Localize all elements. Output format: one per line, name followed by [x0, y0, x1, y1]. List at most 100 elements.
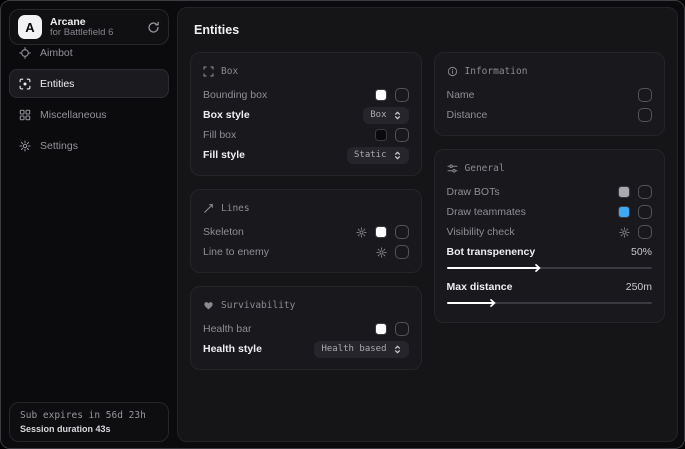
- color-swatch[interactable]: [375, 129, 387, 141]
- setting-row-health-bar: Health bar: [203, 319, 409, 339]
- max-distance-value: 250m: [626, 281, 652, 293]
- unfold-icon: [393, 111, 402, 120]
- app-header-card: A Arcane for Battlefield 6: [9, 9, 169, 45]
- health-bar-checkbox[interactable]: [395, 322, 409, 336]
- setting-row-draw-teammates: Draw teammates: [447, 202, 653, 222]
- dropdown-value: Box: [370, 110, 386, 120]
- name-checkbox[interactable]: [638, 88, 652, 102]
- general-card: General Draw BOTs Draw teammates: [434, 149, 666, 323]
- session-duration-text: Session duration 43s: [20, 424, 158, 434]
- color-swatch[interactable]: [618, 186, 630, 198]
- sidebar-item-miscellaneous[interactable]: Miscellaneous: [9, 100, 169, 129]
- crosshair-icon: [19, 47, 31, 59]
- setting-label: Draw teammates: [447, 206, 526, 218]
- line-to-enemy-config-gear-icon[interactable]: [376, 247, 387, 258]
- sidebar-item-label: Miscellaneous: [40, 109, 107, 121]
- sidebar-nav: Aimbot Entities Miscel: [1, 38, 177, 160]
- sub-expires-text: Sub expires in 56d 23h: [20, 410, 158, 421]
- dropdown-value: Health based: [321, 344, 386, 354]
- section-title: Survivability: [221, 300, 295, 311]
- color-swatch[interactable]: [375, 226, 387, 238]
- setting-row-draw-bots: Draw BOTs: [447, 182, 653, 202]
- app-name: Arcane: [50, 16, 139, 28]
- section-title: Information: [465, 66, 528, 77]
- slider-thumb[interactable]: [534, 264, 542, 272]
- grid-icon: [19, 109, 31, 121]
- section-title: Box: [221, 66, 238, 77]
- lines-card: Lines Skeleton: [190, 189, 422, 273]
- setting-row-bounding-box: Bounding box: [203, 85, 409, 105]
- sidebar: A Arcane for Battlefield 6 Category Aimb…: [1, 1, 177, 448]
- sidebar-item-entities[interactable]: Entities: [9, 69, 169, 98]
- max-distance-slider[interactable]: [447, 298, 653, 307]
- app-subtitle: for Battlefield 6: [50, 28, 139, 39]
- box-style-dropdown[interactable]: Box: [363, 107, 408, 124]
- visibility-check-checkbox[interactable]: [638, 225, 652, 239]
- skeleton-checkbox[interactable]: [395, 225, 409, 239]
- max-distance-group: Max distance 250m: [447, 277, 653, 307]
- entities-scan-icon: [19, 78, 31, 90]
- bot-transparency-group: Bot transpenency 50%: [447, 242, 653, 272]
- section-title: Lines: [221, 203, 250, 214]
- setting-label: Draw BOTs: [447, 186, 500, 198]
- bot-transparency-value: 50%: [631, 246, 652, 258]
- survivability-card: Survivability Health bar Health style He…: [190, 286, 422, 370]
- setting-row-visibility-check: Visibility check: [447, 222, 653, 242]
- slider-thumb[interactable]: [489, 299, 497, 307]
- setting-label: Skeleton: [203, 226, 244, 238]
- setting-row-name: Name: [447, 85, 653, 105]
- sidebar-item-label: Aimbot: [40, 47, 73, 59]
- setting-row-fill-box: Fill box: [203, 125, 409, 145]
- page-title: Entities: [194, 23, 665, 37]
- setting-label: Fill style: [203, 149, 245, 161]
- setting-label: Health bar: [203, 323, 251, 335]
- dropdown-value: Static: [354, 150, 387, 160]
- color-swatch[interactable]: [375, 89, 387, 101]
- heart-icon: [203, 300, 214, 311]
- setting-label: Name: [447, 89, 475, 101]
- information-card: Information Name Distance: [434, 52, 666, 136]
- right-column: Information Name Distance: [434, 52, 666, 323]
- fill-box-checkbox[interactable]: [395, 128, 409, 142]
- color-swatch[interactable]: [375, 323, 387, 335]
- info-icon: [447, 66, 458, 77]
- sliders-icon: [447, 163, 458, 174]
- line-icon: [203, 203, 214, 214]
- setting-label: Fill box: [203, 129, 236, 141]
- skeleton-config-gear-icon[interactable]: [356, 227, 367, 238]
- setting-label: Line to enemy: [203, 246, 269, 258]
- main-panel: Entities Box Bounding box: [177, 7, 678, 442]
- setting-row-box-style: Box style Box: [203, 105, 409, 125]
- setting-label: Visibility check: [447, 226, 515, 238]
- app-window: A Arcane for Battlefield 6 Category Aimb…: [0, 0, 685, 449]
- bounding-box-checkbox[interactable]: [395, 88, 409, 102]
- left-column: Box Bounding box Box style Box: [190, 52, 422, 370]
- unfold-icon: [393, 151, 402, 160]
- setting-row-distance: Distance: [447, 105, 653, 125]
- line-to-enemy-checkbox[interactable]: [395, 245, 409, 259]
- fill-style-dropdown[interactable]: Static: [347, 147, 409, 164]
- setting-row-line-to-enemy: Line to enemy: [203, 242, 409, 262]
- setting-row-health-style: Health style Health based: [203, 339, 409, 359]
- app-logo: A: [18, 15, 42, 39]
- box-card: Box Bounding box Box style Box: [190, 52, 422, 176]
- sync-icon[interactable]: [147, 21, 160, 34]
- subscription-status-card: Sub expires in 56d 23h Session duration …: [9, 402, 169, 442]
- setting-label: Distance: [447, 109, 488, 121]
- draw-teammates-checkbox[interactable]: [638, 205, 652, 219]
- setting-row-skeleton: Skeleton: [203, 222, 409, 242]
- bot-transparency-slider[interactable]: [447, 263, 653, 272]
- setting-label: Box style: [203, 109, 250, 121]
- setting-label: Bounding box: [203, 89, 267, 101]
- distance-checkbox[interactable]: [638, 108, 652, 122]
- gear-icon: [19, 140, 31, 152]
- setting-label: Max distance: [447, 281, 513, 293]
- health-style-dropdown[interactable]: Health based: [314, 341, 408, 358]
- box-corners-icon: [203, 66, 214, 77]
- draw-bots-checkbox[interactable]: [638, 185, 652, 199]
- color-swatch[interactable]: [618, 206, 630, 218]
- unfold-icon: [393, 345, 402, 354]
- sidebar-item-settings[interactable]: Settings: [9, 131, 169, 160]
- visibility-config-gear-icon[interactable]: [619, 227, 630, 238]
- sidebar-item-label: Entities: [40, 78, 74, 90]
